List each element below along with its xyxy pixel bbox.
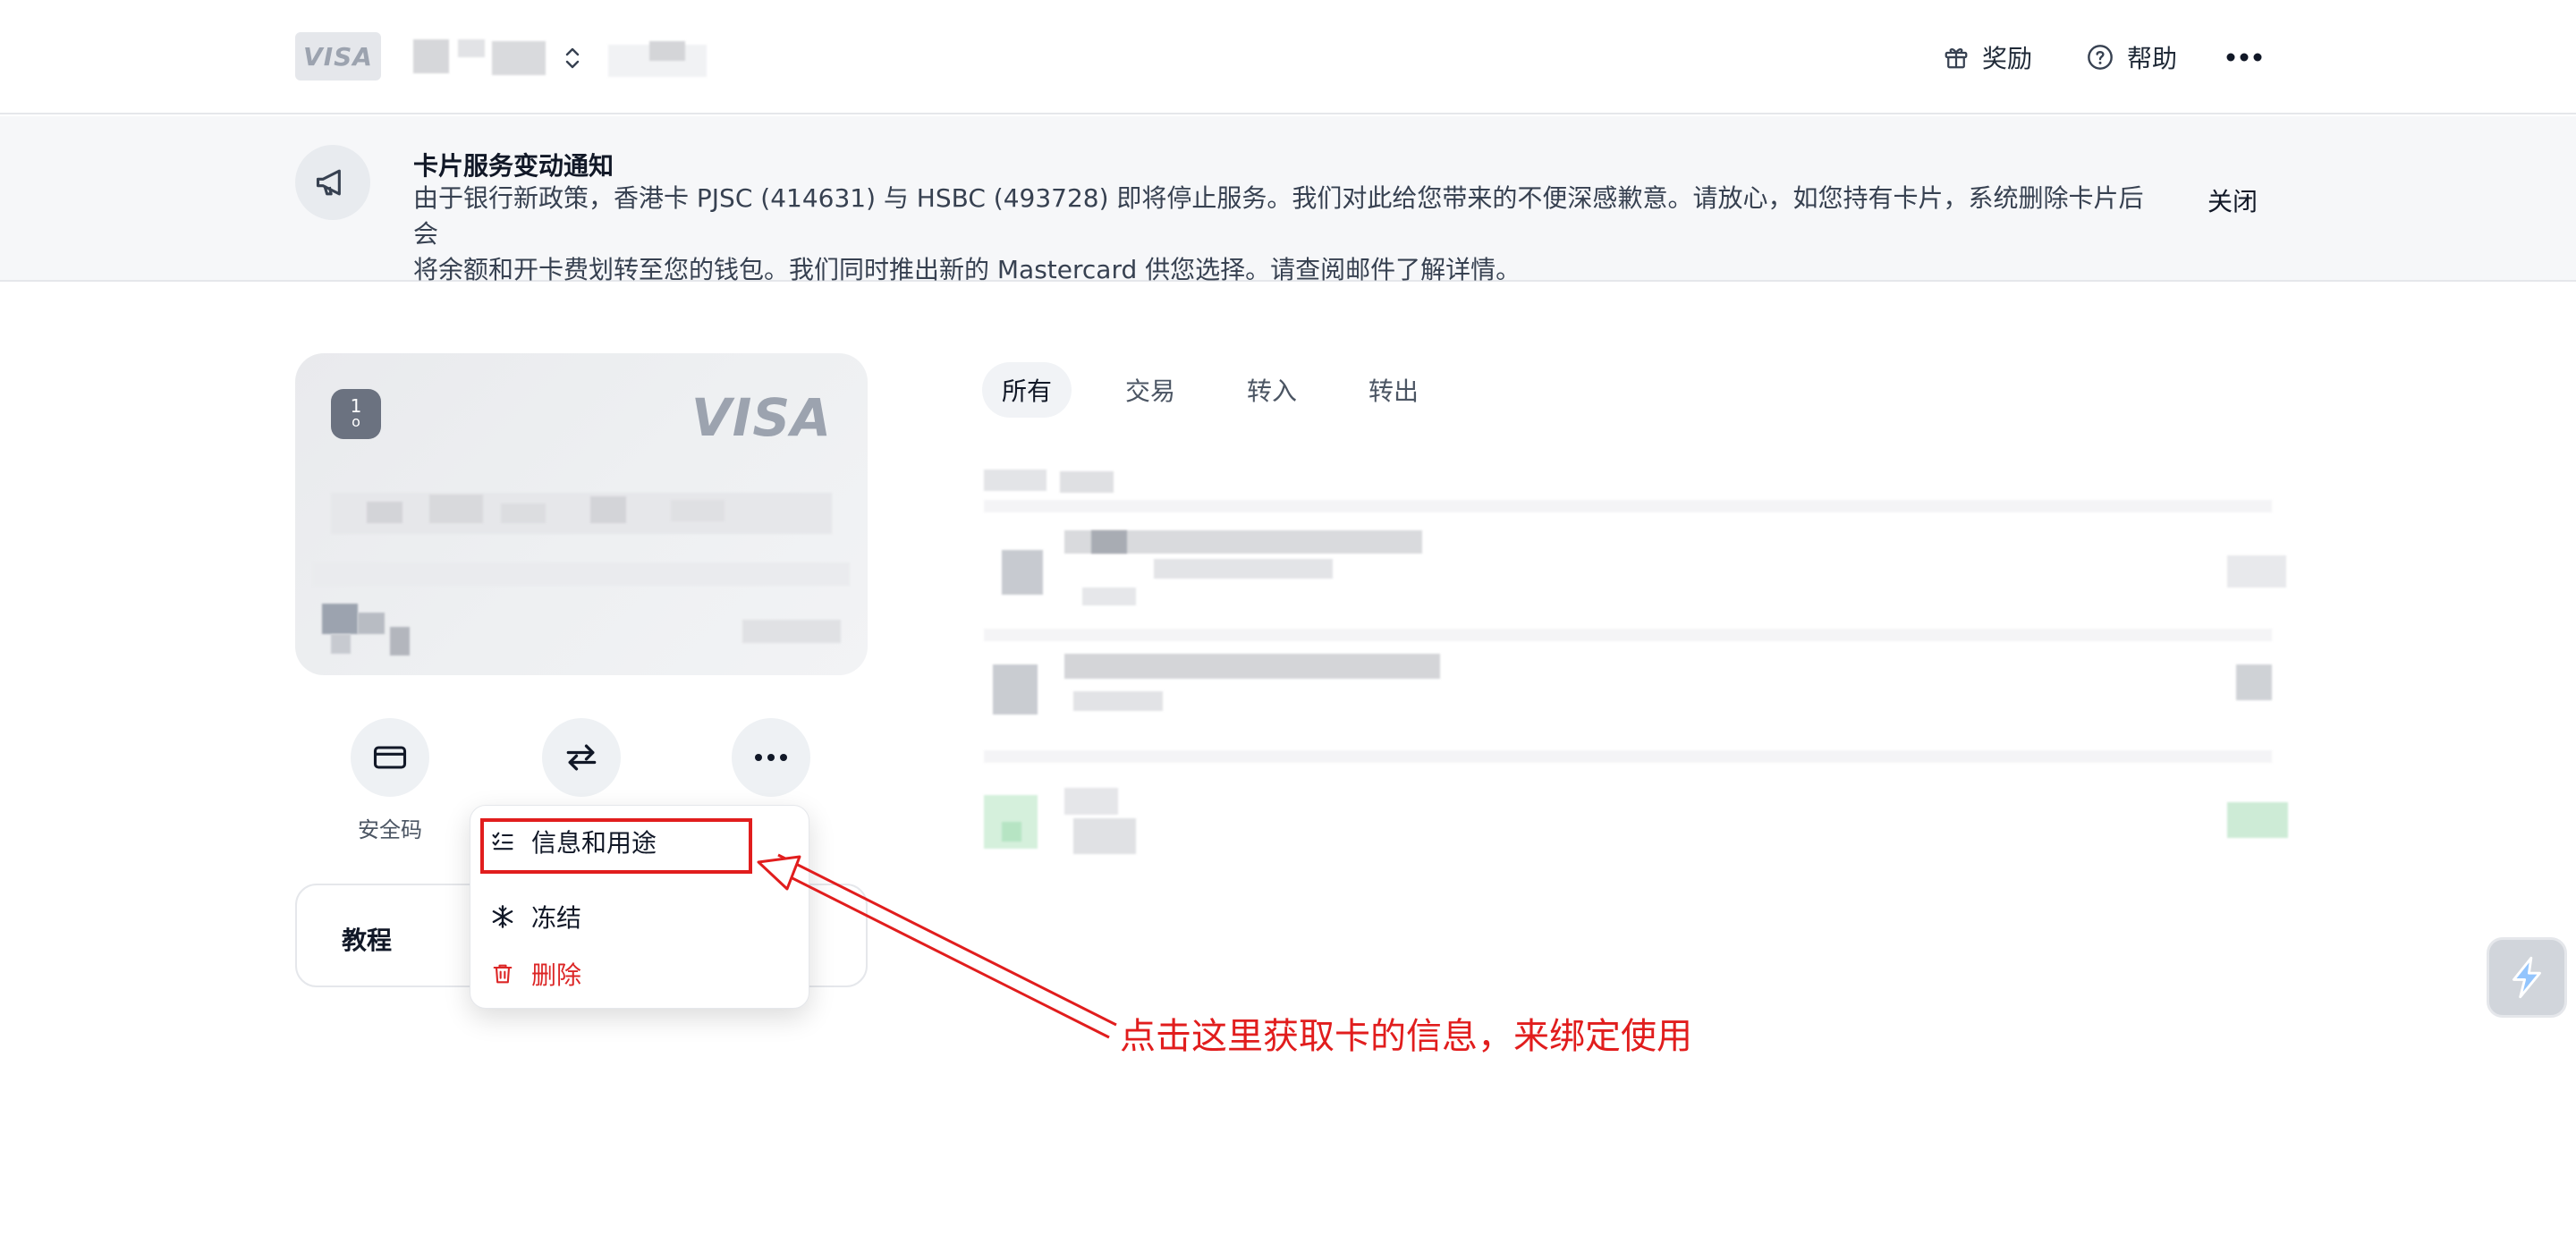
tab-transactions[interactable]: 交易: [1106, 362, 1195, 418]
notice-line-1: 由于银行新政策，香港卡 PJSC (414631) 与 HSBC (493728…: [413, 183, 2144, 249]
menu-item-delete-label: 删除: [531, 960, 582, 990]
nav-help[interactable]: 帮助: [2086, 39, 2177, 75]
table-row[interactable]: [966, 774, 2290, 872]
card-chip-dot: o: [352, 413, 360, 430]
floating-assistant-button[interactable]: [2487, 937, 2567, 1018]
credit-card-icon: [373, 746, 407, 769]
snowflake-icon: [492, 905, 513, 928]
swap-arrows-icon: [566, 744, 597, 771]
menu-item-freeze-label: 冻结: [531, 903, 582, 933]
annotation-arrow: [757, 853, 1117, 1039]
tab-transfer-in[interactable]: 转入: [1227, 362, 1317, 418]
tutorial-label: 教程: [342, 926, 393, 955]
top-bar: VISA 奖励 帮助: [0, 0, 2576, 114]
menu-item-freeze[interactable]: 冻结: [490, 899, 581, 935]
card-chip-label: 1: [350, 395, 362, 417]
card-holder-redacted: [313, 559, 850, 595]
security-code-button[interactable]: [351, 718, 429, 797]
transfer-button[interactable]: [542, 718, 621, 797]
more-horizontal-icon[interactable]: [2225, 48, 2263, 66]
transaction-list-redacted: [966, 461, 2290, 872]
table-row[interactable]: [966, 648, 2290, 747]
nav-rewards-label: 奖励: [1982, 44, 2033, 73]
annotation-text: 点击这里获取卡的信息，来绑定使用: [1120, 1016, 1692, 1057]
virtual-card[interactable]: 1 o VISA: [295, 353, 868, 675]
notice-line-2: 将余额和开卡费划转至您的钱包。我们同时推出新的 Mastercard 供您选择。…: [413, 255, 1521, 284]
gift-icon: [1945, 48, 1968, 69]
account-id-redacted: [608, 39, 707, 79]
notice-icon-wrap: [295, 145, 370, 220]
nav-rewards[interactable]: 奖励: [1943, 39, 2032, 75]
annotation-highlight-box: [480, 818, 752, 874]
tab-all[interactable]: 所有: [982, 362, 1072, 418]
card-expiry-redacted: [313, 604, 411, 666]
account-selector[interactable]: [394, 36, 581, 79]
megaphone-icon: [316, 169, 341, 196]
chevron-updown-icon: [565, 47, 580, 69]
table-row[interactable]: [966, 523, 2290, 622]
lightning-icon: [2512, 956, 2541, 999]
more-actions-button[interactable]: [732, 718, 810, 797]
security-code-label: 安全码: [358, 817, 422, 842]
card-number-redacted: [331, 487, 832, 541]
nav-help-label: 帮助: [2127, 44, 2178, 73]
trash-icon: [493, 964, 513, 984]
notice-body: 由于银行新政策，香港卡 PJSC (414631) 与 HSBC (493728…: [413, 181, 2157, 288]
card-brand-badge[interactable]: VISA: [295, 32, 381, 80]
card-brand-logo: VISA: [691, 387, 832, 448]
card-number-badge: 1 o: [331, 389, 381, 439]
more-horizontal-icon: [755, 754, 787, 761]
notice-title: 卡片服务变动通知: [413, 151, 614, 181]
help-circle-icon: [2088, 45, 2113, 70]
service-notice-banner: 卡片服务变动通知 由于银行新政策，香港卡 PJSC (414631) 与 HSB…: [0, 116, 2576, 284]
notice-close-button[interactable]: 关闭: [2207, 182, 2258, 218]
tab-transfer-out[interactable]: 转出: [1349, 362, 1438, 418]
menu-item-delete[interactable]: 删除: [490, 956, 581, 992]
card-cvv-redacted: [742, 613, 841, 648]
